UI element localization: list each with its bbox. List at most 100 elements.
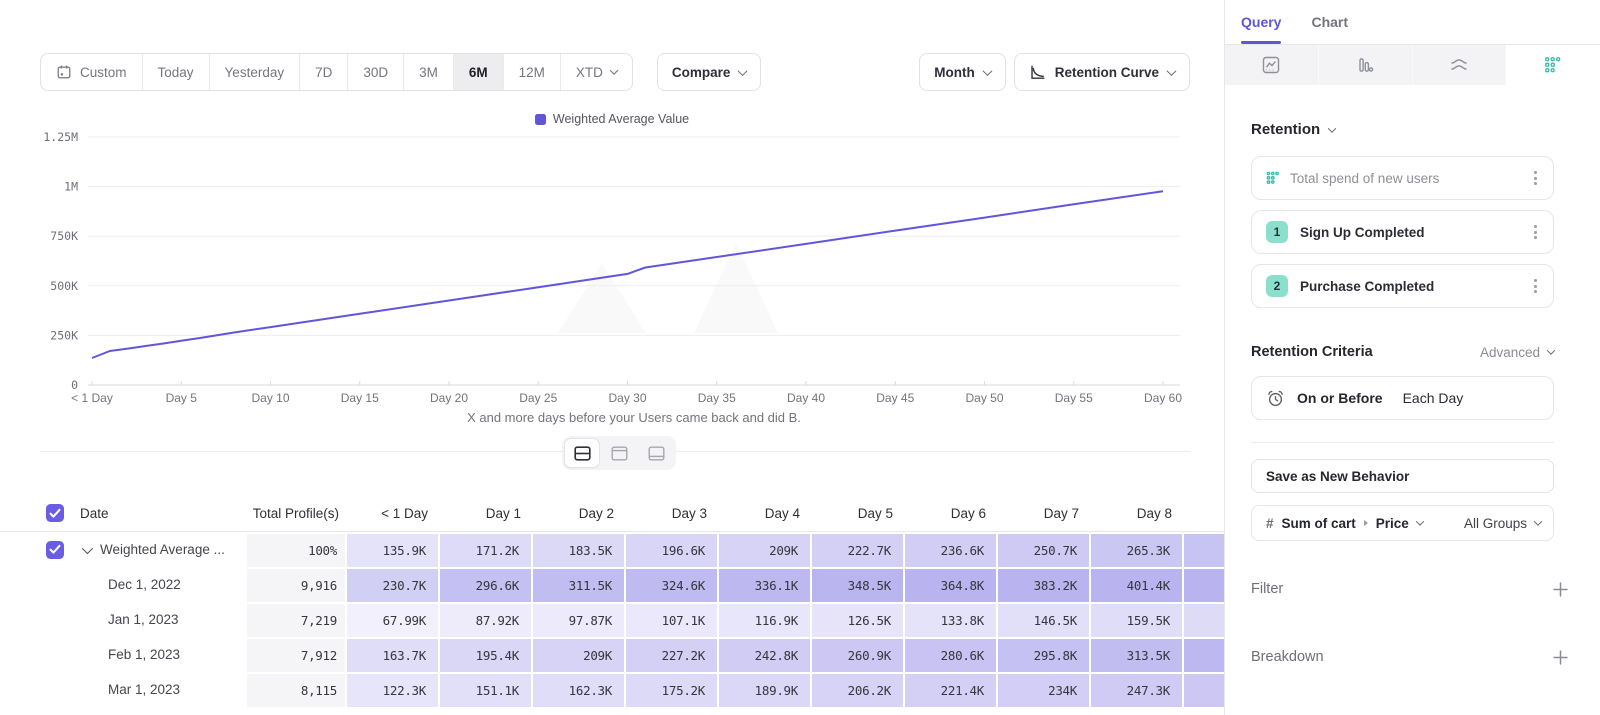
- range-7d[interactable]: 7D: [300, 54, 348, 90]
- app-root: CustomTodayYesterday7D30D3M6M12MXTD Comp…: [0, 0, 1600, 715]
- retention-value-cell: 209K: [717, 532, 810, 567]
- range-xtd[interactable]: XTD: [561, 54, 632, 90]
- row-label[interactable]: Weighted Average ...: [80, 532, 245, 567]
- table-only-view-button[interactable]: [639, 439, 673, 467]
- range-3m[interactable]: 3M: [404, 54, 454, 90]
- step-card-1[interactable]: 1 Sign Up Completed: [1251, 210, 1554, 254]
- svg-text:250K: 250K: [50, 328, 78, 342]
- tab-chart[interactable]: Chart: [1311, 0, 1348, 44]
- step-card-2[interactable]: 2 Purchase Completed: [1251, 264, 1554, 308]
- split-view-button[interactable]: [565, 439, 599, 467]
- row-checkbox[interactable]: [46, 541, 64, 559]
- row-label[interactable]: Mar 1, 2023: [80, 672, 245, 707]
- chevron-down-icon: [1328, 124, 1336, 132]
- report-main-area: CustomTodayYesterday7D30D3M6M12MXTD Comp…: [0, 0, 1224, 715]
- range-yesterday[interactable]: Yesterday: [210, 54, 301, 90]
- retention-value-cell: 221.4K: [903, 672, 996, 707]
- retention-value-cell: 364.8K: [903, 567, 996, 602]
- criteria-mode-dropdown[interactable]: Advanced: [1480, 345, 1554, 360]
- range-today[interactable]: Today: [143, 54, 210, 90]
- retention-criteria-row: Retention Criteria Advanced: [1251, 344, 1554, 360]
- chart-only-view-button[interactable]: [602, 439, 636, 467]
- compare-button[interactable]: Compare: [657, 53, 762, 91]
- tab-funnels[interactable]: [1319, 45, 1413, 85]
- plus-icon: [1553, 582, 1568, 597]
- query-builder-panel: Query Chart Retention: [1224, 0, 1600, 715]
- retention-value-cell: 175.2K: [624, 672, 717, 707]
- total-profiles-cell: 100%: [245, 532, 345, 567]
- retention-value-cell: 206.2K: [810, 672, 903, 707]
- numeric-property-icon: #: [1266, 516, 1274, 531]
- tab-flows[interactable]: [1413, 45, 1507, 85]
- criteria-condition-card[interactable]: On or Before Each Day: [1251, 376, 1554, 420]
- chart-type-dropdown[interactable]: Retention Curve: [1014, 53, 1190, 91]
- range-custom[interactable]: Custom: [41, 54, 143, 90]
- retention-value-cell: 260.9K: [810, 637, 903, 672]
- range-30d[interactable]: 30D: [348, 54, 404, 90]
- range-12m[interactable]: 12M: [504, 54, 561, 90]
- compare-label: Compare: [672, 65, 731, 80]
- total-profiles-cell: 9,916: [245, 567, 345, 602]
- row-checkbox-cell: [0, 672, 80, 707]
- retention-value-cell: 280.6K: [903, 637, 996, 672]
- retention-value-cell: 87.92K: [438, 602, 531, 637]
- svg-text:500K: 500K: [50, 279, 78, 293]
- retention-curve-icon: [1029, 64, 1046, 81]
- measure-row: # Sum of cart Price All Groups: [1251, 505, 1554, 541]
- retention-value-cell: 250.7K: [996, 532, 1089, 567]
- group-selector-dropdown[interactable]: All Groups: [1464, 516, 1541, 531]
- svg-text:Day 35: Day 35: [698, 391, 736, 405]
- expand-chevron-icon[interactable]: [82, 542, 93, 553]
- step-event-name: Sign Up Completed: [1300, 225, 1425, 240]
- step-kebab-menu[interactable]: [1528, 273, 1543, 299]
- retention-value-cell: 97.87K: [531, 602, 624, 637]
- step-kebab-menu[interactable]: [1528, 219, 1543, 245]
- behavior-card[interactable]: Total spend of new users: [1251, 156, 1554, 200]
- row-label[interactable]: Dec 1, 2022: [80, 567, 245, 602]
- tab-retention[interactable]: [1506, 45, 1600, 85]
- retention-curve-chart: 0250K500K750K1M1.25M< 1 DayDay 5Day 10Da…: [0, 105, 1224, 405]
- add-filter-button[interactable]: [1553, 582, 1568, 597]
- tab-query[interactable]: Query: [1241, 0, 1281, 44]
- retention-value-cell: 348.5K: [810, 567, 903, 602]
- retention-value-cell: 183.5K: [531, 532, 624, 567]
- retention-value-cell: 171.2K: [438, 532, 531, 567]
- layout-view-toggle: [562, 436, 676, 470]
- save-as-new-behavior-button[interactable]: Save as New Behavior: [1251, 459, 1554, 493]
- date-range-segmented-control: CustomTodayYesterday7D30D3M6M12MXTD: [40, 53, 633, 91]
- range-6m[interactable]: 6M: [454, 54, 504, 90]
- row-label[interactable]: Feb 1, 2023: [80, 637, 245, 672]
- retention-value-cell: 107.1K: [624, 602, 717, 637]
- retention-value-cell: 67.99K: [345, 602, 438, 637]
- row-checkbox-cell: [0, 567, 80, 602]
- svg-text:Day 5: Day 5: [166, 391, 198, 405]
- toolbar-right-buttons: Month Retention Curve: [919, 53, 1190, 91]
- retention-value-cell: 116.9K: [717, 602, 810, 637]
- total-profiles-cell: 7,219: [245, 602, 345, 637]
- insights-icon: [1262, 56, 1280, 74]
- granularity-dropdown[interactable]: Month: [919, 53, 1005, 91]
- panel-divider: [1251, 442, 1554, 443]
- row-label[interactable]: Jan 1, 2023: [80, 602, 245, 637]
- add-breakdown-button[interactable]: [1553, 650, 1568, 665]
- retention-icon: [1544, 56, 1562, 74]
- retention-value-cell: 324.6K: [624, 567, 717, 602]
- breadcrumb-arrow-icon: [1364, 520, 1368, 526]
- behavior-kebab-menu[interactable]: [1528, 165, 1543, 191]
- column-header-total-profiles: Total Profile(s): [245, 506, 345, 521]
- report-section-dropdown[interactable]: Retention: [1251, 121, 1600, 138]
- column-header-day: Day 2: [531, 506, 624, 521]
- retention-value-cell: 195.4K: [438, 637, 531, 672]
- svg-text:Day 25: Day 25: [519, 391, 557, 405]
- retention-value-cell: 135.9K: [345, 532, 438, 567]
- retention-value-cell: 296.6K: [438, 567, 531, 602]
- retention-value-cell: 162.3K: [531, 672, 624, 707]
- column-header-date: Date: [80, 506, 245, 521]
- tab-insights[interactable]: [1225, 45, 1319, 85]
- measure-property-dropdown[interactable]: Sum of cart Price: [1282, 516, 1423, 531]
- chevron-down-icon: [1534, 517, 1542, 525]
- retention-value-cell: 163.7K: [345, 637, 438, 672]
- svg-text:Day 40: Day 40: [787, 391, 825, 405]
- row-checkbox-cell: [0, 637, 80, 672]
- select-all-checkbox[interactable]: [46, 504, 64, 522]
